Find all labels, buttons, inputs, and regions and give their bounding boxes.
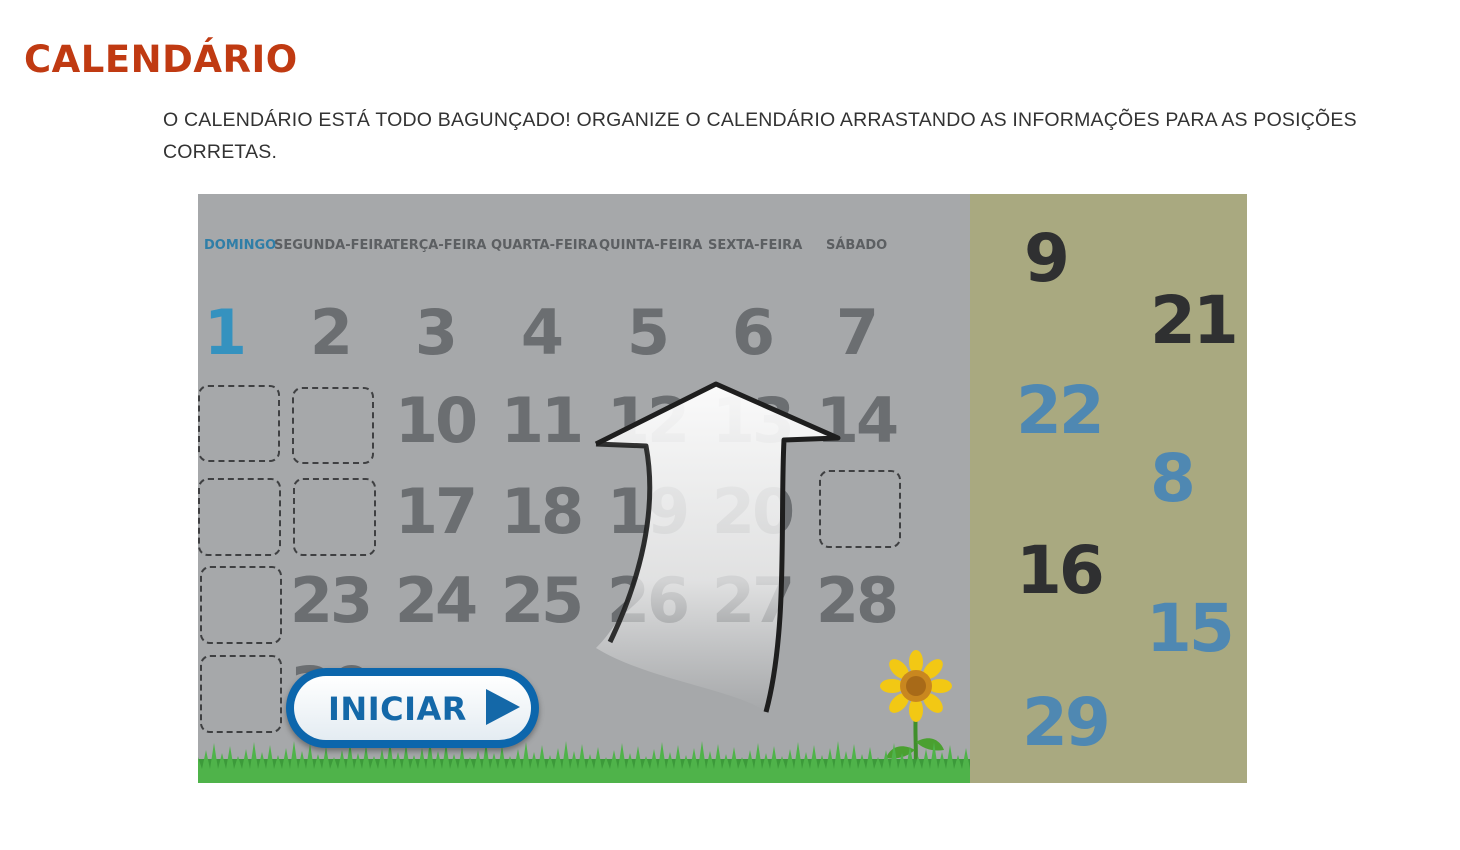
page-title: CALENDÁRIO <box>24 38 298 81</box>
draggable-number-tile[interactable]: 9 <box>1024 226 1070 292</box>
up-arrow-icon <box>594 381 841 713</box>
draggable-number-tile[interactable]: 29 <box>1022 690 1111 756</box>
calendar-board: DOMINGO SEGUNDA-FEIRA TERÇA-FEIRA QUARTA-FE… <box>198 194 970 783</box>
empty-day-slot[interactable] <box>293 478 376 556</box>
calendar-day-number: 24 <box>394 564 478 637</box>
weekday-header: SEGUNDA-FEIRA <box>274 238 394 253</box>
instructions-text: O CALENDÁRIO ESTÁ TODO BAGUNÇADO! ORGANI… <box>163 109 1357 163</box>
start-button-label: INICIAR <box>328 690 467 728</box>
empty-day-slot[interactable] <box>198 478 281 556</box>
calendar-day-number: 5 <box>626 296 670 369</box>
empty-day-slot[interactable] <box>200 566 282 644</box>
start-button-face[interactable]: INICIAR <box>294 676 531 740</box>
calendar-day-number: 10 <box>394 384 478 457</box>
calendar-day-number: 7 <box>835 296 879 369</box>
calendar-day-number: 11 <box>500 384 584 457</box>
calendar-day-number: 4 <box>520 296 564 369</box>
empty-day-slot[interactable] <box>200 655 282 733</box>
calendar-day-number: 18 <box>500 475 584 548</box>
weekday-header: SEXTA-FEIRA <box>708 238 803 253</box>
weekday-header: SÁBADO <box>826 238 888 253</box>
draggable-number-tile[interactable]: 8 <box>1150 446 1196 512</box>
draggable-number-tile[interactable]: 21 <box>1150 288 1239 354</box>
draggable-number-tile[interactable]: 16 <box>1016 538 1105 604</box>
calendar-day-number: 6 <box>731 296 775 369</box>
calendar-day-number: 2 <box>309 296 353 369</box>
empty-day-slot[interactable] <box>292 387 374 464</box>
calendar-game: DOMINGO SEGUNDA-FEIRA TERÇA-FEIRA QUARTA-FE… <box>198 194 1247 783</box>
empty-day-slot[interactable] <box>198 385 280 462</box>
calendar-day-number: 3 <box>414 296 458 369</box>
play-icon <box>486 689 520 725</box>
draggable-number-tile[interactable]: 22 <box>1016 378 1105 444</box>
weekday-header: DOMINGO <box>204 238 277 253</box>
weekday-header: TERÇA-FEIRA <box>391 238 487 253</box>
calendar-day-number: 25 <box>500 564 584 637</box>
calendar-day-number: 1 <box>203 296 247 369</box>
weekday-header: QUARTA-FEIRA <box>491 238 598 253</box>
start-button[interactable]: INICIAR <box>286 668 539 748</box>
draggable-number-tile[interactable]: 15 <box>1146 596 1235 662</box>
weekday-header: QUINTA-FEIRA <box>599 238 703 253</box>
calendar-day-number: 23 <box>289 564 373 637</box>
calendar-day-number: 17 <box>394 475 478 548</box>
number-tray: 9 21 22 8 16 15 29 <box>970 194 1247 783</box>
